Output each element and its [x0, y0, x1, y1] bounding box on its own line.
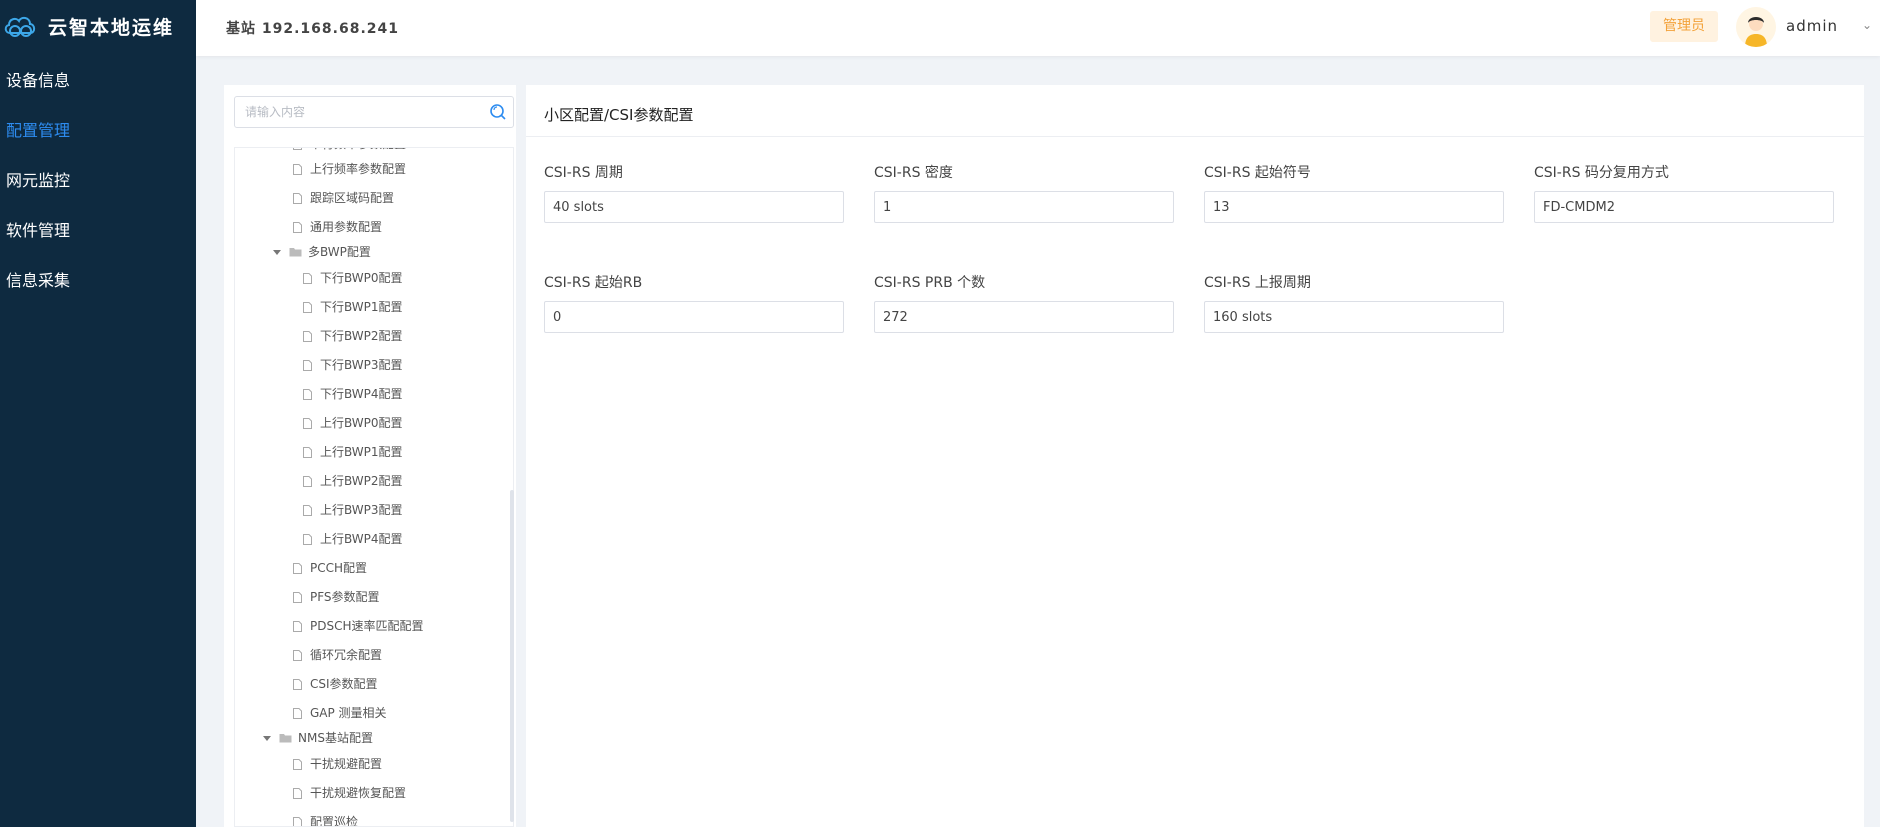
tree-node[interactable]: 上行BWP0配置: [303, 412, 403, 434]
tree-node[interactable]: 下行频率参数配置: [293, 148, 406, 155]
file-icon: [293, 591, 302, 603]
field-csi-rs-start-symbol: CSI-RS 起始符号: [1204, 163, 1504, 223]
field-csi-rs-report-period: CSI-RS 上报周期: [1204, 273, 1504, 333]
sidebar-item-ne-monitoring[interactable]: 网元监控: [0, 156, 196, 206]
logo: 云智本地运维: [0, 0, 196, 52]
caret-down-icon[interactable]: [273, 249, 281, 255]
tree-search-input[interactable]: [235, 97, 475, 127]
tree-node[interactable]: PFS参数配置: [293, 586, 380, 608]
config-tree-panel: 下行频率参数配置 上行频率参数配置 跟踪区域码配置 通用参数配置 多BWP配置 …: [224, 85, 516, 827]
sidebar-item-device-info[interactable]: 设备信息: [0, 56, 196, 106]
tree-search-box: [234, 96, 514, 128]
file-icon: [293, 649, 302, 661]
file-icon: [293, 707, 302, 719]
field-label: CSI-RS 上报周期: [1204, 275, 1311, 291]
csi-rs-cdm-type-input[interactable]: [1534, 191, 1834, 223]
file-icon: [303, 417, 312, 429]
file-icon: [293, 787, 302, 799]
tree-node[interactable]: 配置巡检: [293, 811, 358, 826]
divider: [526, 136, 1864, 137]
tree-scrollbar[interactable]: [510, 490, 514, 822]
tree-node[interactable]: PDSCH速率匹配配置: [293, 615, 424, 637]
csi-rs-report-period-input[interactable]: [1204, 301, 1504, 333]
user-avatar-icon: [1736, 7, 1776, 47]
folder-icon: [289, 248, 302, 257]
field-csi-rs-period: CSI-RS 周期: [544, 163, 844, 223]
csi-config-panel: 小区配置/CSI参数配置 CSI-RS 周期 CSI-RS 密度 CSI-RS …: [526, 85, 1864, 827]
field-label: CSI-RS 起始符号: [1204, 165, 1311, 181]
avatar[interactable]: [1736, 7, 1776, 47]
csi-rs-density-input[interactable]: [874, 191, 1174, 223]
page-title: 小区配置/CSI参数配置: [544, 106, 694, 124]
field-csi-rs-start-rb: CSI-RS 起始RB: [544, 273, 844, 333]
tree-node[interactable]: 循环冗余配置: [293, 644, 382, 666]
chevron-down-icon[interactable]: ⌄: [1862, 18, 1872, 32]
file-icon: [303, 359, 312, 371]
logo-text: 云智本地运维: [48, 16, 175, 39]
file-icon: [293, 192, 302, 204]
field-label: CSI-RS 周期: [544, 165, 623, 181]
file-icon: [293, 620, 302, 632]
tree-node[interactable]: 上行频率参数配置: [293, 158, 406, 180]
tree-folder-node[interactable]: NMS基站配置: [263, 727, 373, 749]
sidebar-nav: 设备信息 配置管理 网元监控 软件管理 信息采集: [0, 56, 196, 306]
sidebar-item-software-management[interactable]: 软件管理: [0, 206, 196, 256]
field-label: CSI-RS 起始RB: [544, 275, 643, 291]
file-icon: [293, 221, 302, 233]
file-icon: [303, 533, 312, 545]
tree-node[interactable]: 跟踪区域码配置: [293, 187, 394, 209]
tree-node[interactable]: 通用参数配置: [293, 216, 382, 238]
sidebar-item-config-management[interactable]: 配置管理: [0, 106, 196, 156]
file-icon: [303, 504, 312, 516]
file-icon: [293, 148, 302, 150]
tree-folder-node[interactable]: 多BWP配置: [273, 241, 371, 263]
field-csi-rs-cdm-type: CSI-RS 码分复用方式: [1534, 163, 1834, 223]
tree-node[interactable]: 下行BWP2配置: [303, 325, 403, 347]
file-icon: [293, 562, 302, 574]
cloud-logo-icon: [4, 16, 36, 37]
field-label: CSI-RS 密度: [874, 165, 953, 181]
tree-node[interactable]: 下行BWP4配置: [303, 383, 403, 405]
username[interactable]: admin: [1786, 17, 1838, 35]
csi-rs-prb-count-input[interactable]: [874, 301, 1174, 333]
caret-down-icon[interactable]: [263, 735, 271, 741]
search-icon[interactable]: [489, 103, 507, 121]
sidebar: 云智本地运维 设备信息 配置管理 网元监控 软件管理 信息采集: [0, 0, 196, 827]
tree-node[interactable]: GAP 测量相关: [293, 702, 387, 724]
file-icon: [293, 758, 302, 770]
station-address: 基站 192.168.68.241: [226, 21, 399, 37]
field-label: CSI-RS 码分复用方式: [1534, 165, 1669, 181]
top-header: 基站 192.168.68.241 管理员 admin ⌄: [196, 0, 1880, 56]
tree-node[interactable]: PCCH配置: [293, 557, 367, 579]
field-label: CSI-RS PRB 个数: [874, 275, 986, 291]
file-icon: [293, 163, 302, 175]
folder-icon: [279, 734, 292, 743]
role-badge: 管理员: [1650, 11, 1718, 42]
file-icon: [303, 388, 312, 400]
csi-rs-start-symbol-input[interactable]: [1204, 191, 1504, 223]
tree-node-selected[interactable]: CSI参数配置: [293, 673, 378, 695]
tree-node[interactable]: 干扰规避配置: [293, 753, 382, 775]
csi-rs-period-input[interactable]: [544, 191, 844, 223]
tree-node[interactable]: 下行BWP0配置: [303, 267, 403, 289]
field-csi-rs-prb-count: CSI-RS PRB 个数: [874, 273, 1174, 333]
file-icon: [293, 816, 302, 826]
tree-node[interactable]: 上行BWP3配置: [303, 499, 403, 521]
sidebar-item-info-collection[interactable]: 信息采集: [0, 256, 196, 306]
tree-view: 下行频率参数配置 上行频率参数配置 跟踪区域码配置 通用参数配置 多BWP配置 …: [234, 147, 514, 827]
field-csi-rs-density: CSI-RS 密度: [874, 163, 1174, 223]
tree-node[interactable]: 下行BWP3配置: [303, 354, 403, 376]
tree-node[interactable]: 上行BWP2配置: [303, 470, 403, 492]
tree-node[interactable]: 上行BWP4配置: [303, 528, 403, 550]
csi-rs-start-rb-input[interactable]: [544, 301, 844, 333]
file-icon: [303, 330, 312, 342]
file-icon: [303, 301, 312, 313]
file-icon: [303, 272, 312, 284]
file-icon: [293, 678, 302, 690]
tree-node[interactable]: 上行BWP1配置: [303, 441, 403, 463]
file-icon: [303, 475, 312, 487]
tree-node[interactable]: 下行BWP1配置: [303, 296, 403, 318]
tree-node[interactable]: 干扰规避恢复配置: [293, 782, 406, 804]
file-icon: [303, 446, 312, 458]
